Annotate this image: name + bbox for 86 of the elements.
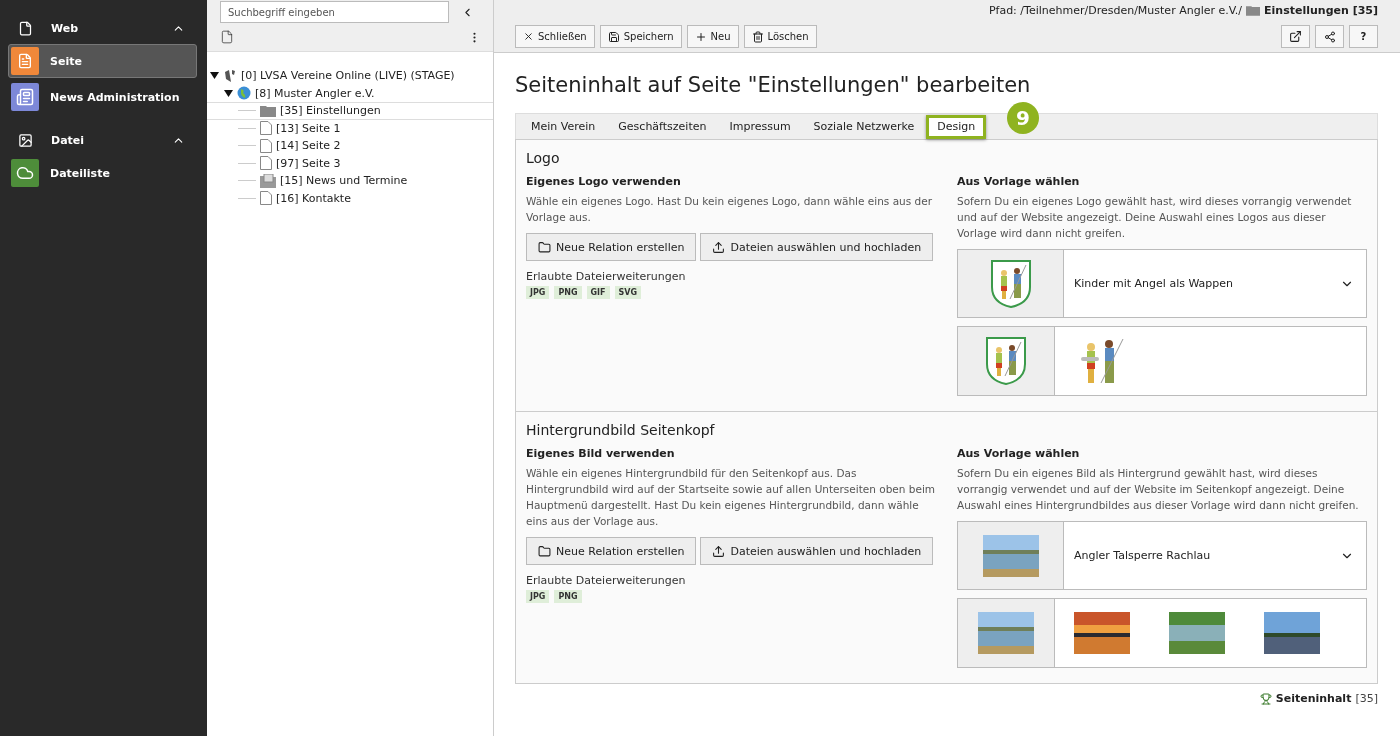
news-folder-icon — [260, 173, 276, 188]
trash-icon — [751, 30, 764, 43]
field-heading: Aus Vorlage wählen — [957, 175, 1081, 188]
extensions-label: Erlaubte Dateierweiterungen — [526, 270, 687, 283]
module-item[interactable]: News Administration — [8, 80, 197, 114]
upload-button[interactable]: Dateien auswählen und hochladen — [700, 537, 934, 565]
search-field[interactable]: Suchbegriff eingeben — [220, 1, 449, 23]
tree-item[interactable]: [0] LVSA Vereine Online (LIVE) (STAGE) — [207, 67, 493, 85]
module-group-label: Web — [51, 21, 80, 35]
open-button[interactable] — [1281, 25, 1310, 48]
folder-icon — [260, 104, 276, 117]
step-badge: 9 — [1007, 102, 1039, 134]
folder-icon — [538, 240, 551, 254]
share-button[interactable] — [1315, 25, 1344, 48]
upload-button[interactable]: Dateien auswählen und hochladen — [700, 233, 934, 261]
photo-placeholder — [1264, 612, 1320, 654]
extension-tag: SVG — [614, 286, 642, 299]
photo-placeholder — [982, 534, 1039, 577]
tree-item[interactable]: [14] Seite 2 — [207, 137, 493, 155]
logo-icon — [223, 68, 237, 83]
field-heading: Aus Vorlage wählen — [957, 447, 1081, 460]
tree-item[interactable]: [13] Seite 1 — [207, 119, 493, 137]
extension-tag: PNG — [554, 286, 582, 299]
toolbar-button[interactable]: Speichern — [599, 25, 682, 48]
save-icon — [607, 30, 620, 43]
current-page: Einstellungen [35] — [1264, 4, 1378, 17]
extension-tag: GIF — [586, 286, 610, 299]
relation-button[interactable]: Neue Relation erstellen — [526, 537, 697, 565]
folder-icon — [538, 544, 551, 558]
toolbar-button[interactable]: Neu — [686, 25, 739, 48]
upload-icon — [712, 240, 726, 254]
external-link-icon — [1289, 30, 1302, 43]
tab[interactable]: Soziale Netzwerke — [802, 114, 926, 139]
globe-icon — [237, 86, 251, 101]
relation-button[interactable]: Neue Relation erstellen — [526, 233, 697, 261]
tree-item[interactable]: [97] Seite 3 — [207, 154, 493, 172]
module-item[interactable]: Dateiliste — [8, 156, 197, 190]
tree-item[interactable]: [15] News und Termine — [207, 172, 493, 190]
image-icon — [18, 132, 33, 148]
section-title: Hintergrundbild Seitenkopf — [526, 422, 716, 438]
shield-drawing — [985, 336, 1027, 386]
field-heading: Eigenes Logo verwenden — [526, 175, 682, 188]
page-icon — [260, 191, 272, 206]
extensions-label: Erlaubte Dateierweiterungen — [526, 574, 687, 587]
page-title: Seiteninhalt auf Seite "Einstellungen" bearbeiten — [515, 73, 1032, 97]
field-description: Wähle ein eigenes Logo. Hast Du kein eigenes Logo, dann wähle eins aus der Vorlage aus. — [526, 194, 933, 225]
shield-drawing — [989, 258, 1032, 309]
extension-tag: JPG — [526, 286, 550, 299]
record-type: Seiteninhalt — [1275, 692, 1352, 705]
trophy-icon — [1259, 692, 1272, 705]
close-icon — [523, 31, 534, 42]
page-icon — [18, 20, 33, 36]
toolbar-button[interactable]: Löschen — [743, 25, 817, 48]
page-icon — [260, 121, 272, 136]
module-group-label: Datei — [51, 133, 86, 147]
template-select[interactable]: Angler Talsperre Rachlau — [957, 521, 1367, 590]
plus-icon — [694, 30, 707, 43]
page-icon — [260, 156, 272, 171]
help-button[interactable]: ? — [1349, 25, 1378, 48]
share-icon — [1323, 30, 1336, 43]
extension-tag: PNG — [554, 590, 582, 603]
module-item[interactable]: Seite — [8, 44, 197, 78]
photo-placeholder — [1074, 612, 1130, 654]
folder-icon — [1246, 5, 1261, 16]
field-description: Sofern Du ein eigenes Logo gewählt hast, wird dieses vorrangig verwendet und auf der Website angezeigt. Deine Auswahl eines Logos aus dieser Vorlage wird dann nicht greifen. — [957, 194, 1353, 241]
page-icon — [260, 138, 272, 153]
upload-icon — [712, 544, 726, 558]
template-select[interactable]: Kinder mit Angel als Wappen — [957, 249, 1367, 318]
toolbar-button[interactable]: Schließen — [515, 25, 595, 48]
photo-placeholder — [1169, 612, 1225, 654]
path-text: Pfad: /Teilnehmer/Dresden/Muster Angler e.V./ — [988, 4, 1243, 17]
field-description: Wähle ein eigenes Hintergrundbild für den Seitenkopf aus. Das Hintergrundbild wird auf der Startseite sowie auf allen Unterseiten oben beim Hauptmenü dargestellt. Hast Du kein eigenes Hintergrundbild, dann wähle eins aus der Vorlage aus. — [526, 466, 937, 529]
tab[interactable]: Design — [926, 114, 987, 139]
photo-placeholder — [978, 612, 1034, 654]
tab[interactable]: Geschäftszeiten — [607, 114, 718, 139]
record-id: [35] — [1355, 692, 1378, 705]
new-page-icon[interactable] — [220, 30, 234, 44]
field-description: Sofern Du ein eigenes Bild als Hintergrund gewählt hast, wird dieses vorrangig verwendet und auf der Website im Seitenkopf angezeigt. Deine Auswahl eines Hintergrundbildes aus dieser Vorlage wird dann nicht greifen. — [957, 466, 1360, 513]
extension-tag: JPG — [526, 590, 550, 603]
tree-item[interactable]: [8] Muster Angler e.V. — [207, 84, 493, 102]
tab[interactable]: Impressum — [718, 114, 802, 139]
section-title: Logo — [526, 150, 561, 166]
field-heading: Eigenes Bild verwenden — [526, 447, 676, 460]
children-drawing — [1079, 337, 1125, 385]
tab[interactable]: Mein Verein — [520, 114, 607, 139]
tree-item[interactable]: [16] Kontakte — [207, 189, 493, 207]
